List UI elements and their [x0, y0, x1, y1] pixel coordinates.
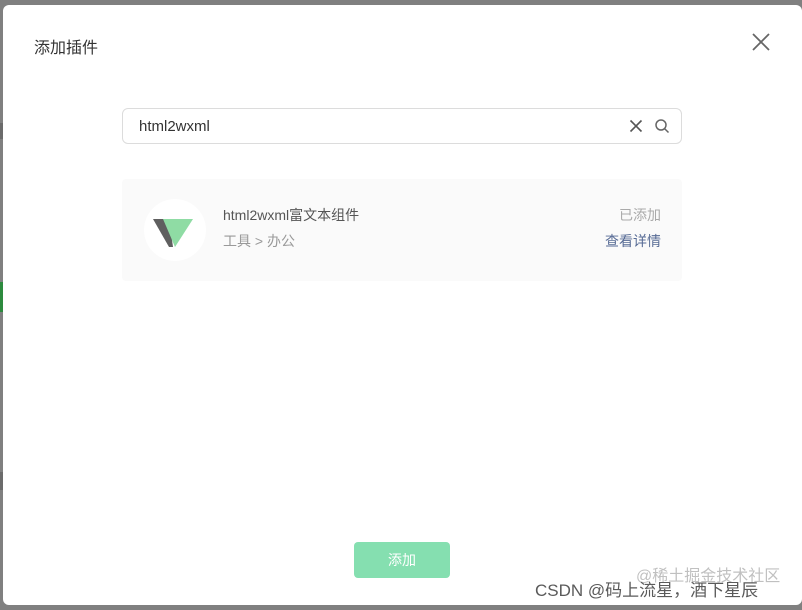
plugin-logo-icon: [153, 219, 193, 247]
plugin-status: 已添加: [619, 207, 661, 223]
dialog-title: 添加插件: [34, 40, 99, 57]
watermark-csdn: CSDN @码上流星，酒下星辰: [535, 581, 759, 600]
close-icon: [752, 33, 770, 51]
add-plugin-dialog: 添加插件 html2wxml富文本组件: [3, 5, 802, 605]
view-details-link[interactable]: 查看详情: [605, 233, 661, 249]
search-icon: [655, 119, 670, 134]
search-input[interactable]: [139, 109, 609, 143]
plugin-category: 工具 > 办公: [223, 233, 295, 249]
plugin-logo: [144, 199, 206, 261]
plugin-name: html2wxml富文本组件: [223, 207, 360, 223]
close-button[interactable]: [749, 30, 773, 54]
clear-icon: [629, 119, 643, 133]
clear-search-button[interactable]: [628, 118, 644, 134]
add-button[interactable]: 添加: [354, 542, 450, 578]
plugin-list-item[interactable]: html2wxml富文本组件 工具 > 办公 已添加 查看详情: [122, 179, 682, 281]
search-box: [122, 108, 682, 144]
search-button[interactable]: [654, 118, 670, 134]
